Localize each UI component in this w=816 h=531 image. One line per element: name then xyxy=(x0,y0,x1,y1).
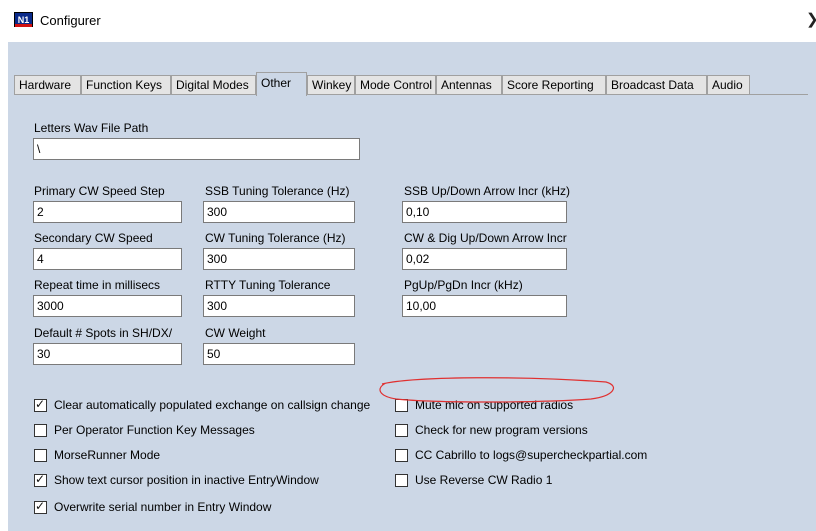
pgup-pgdn-incr-label: PgUp/PgDn Incr (kHz) xyxy=(404,278,523,292)
primary-cw-speed-step-input[interactable] xyxy=(33,201,182,223)
tab-hardware[interactable]: Hardware xyxy=(14,75,81,95)
ssb-arrow-incr-input[interactable] xyxy=(402,201,567,223)
cw-weight-label: CW Weight xyxy=(205,326,266,340)
tab-audio[interactable]: Audio xyxy=(707,75,750,95)
show-cursor-label: Show text cursor position in inactive En… xyxy=(54,473,319,487)
tab-broadcast-data[interactable]: Broadcast Data xyxy=(606,75,707,95)
letters-wav-input[interactable] xyxy=(33,138,360,160)
default-spots-input[interactable] xyxy=(33,343,182,365)
rtty-tuning-tolerance-label: RTTY Tuning Tolerance xyxy=(205,278,331,292)
app-logo-icon: N1 xyxy=(14,12,33,27)
overwrite-serial-label: Overwrite serial number in Entry Window xyxy=(54,500,272,514)
cw-dig-arrow-incr-label: CW & Dig Up/Down Arrow Incr xyxy=(404,231,567,245)
configurer-panel: Hardware Function Keys Digital Modes Oth… xyxy=(8,42,816,531)
tab-mode-control[interactable]: Mode Control xyxy=(355,75,436,95)
tab-other[interactable]: Other xyxy=(256,72,307,96)
check-versions-checkbox[interactable] xyxy=(395,424,408,437)
reverse-cw-label: Use Reverse CW Radio 1 xyxy=(415,473,553,487)
rtty-tuning-tolerance-input[interactable] xyxy=(203,295,355,317)
close-icon[interactable]: ❯ xyxy=(806,10,816,28)
tab-digital-modes[interactable]: Digital Modes xyxy=(171,75,256,95)
cw-tuning-tolerance-input[interactable] xyxy=(203,248,355,270)
tab-score-reporting[interactable]: Score Reporting xyxy=(502,75,606,95)
clear-exchange-checkbox[interactable] xyxy=(34,397,47,412)
ssb-tuning-tolerance-label: SSB Tuning Tolerance (Hz) xyxy=(205,184,350,198)
morserunner-label: MorseRunner Mode xyxy=(54,448,161,462)
show-cursor-checkbox[interactable] xyxy=(34,472,47,487)
letters-wav-label: Letters Wav File Path xyxy=(34,121,149,135)
per-operator-keys-checkbox[interactable] xyxy=(34,424,47,437)
cw-weight-input[interactable] xyxy=(203,343,355,365)
per-operator-keys-label: Per Operator Function Key Messages xyxy=(54,423,255,437)
check-versions-label: Check for new program versions xyxy=(415,423,588,437)
cc-cabrillo-checkbox[interactable] xyxy=(395,449,408,462)
repeat-time-label: Repeat time in millisecs xyxy=(34,278,161,292)
secondary-cw-speed-input[interactable] xyxy=(33,248,182,270)
window-title: Configurer xyxy=(40,13,101,28)
cc-cabrillo-label: CC Cabrillo to logs@supercheckpartial.co… xyxy=(415,448,648,462)
reverse-cw-checkbox[interactable] xyxy=(395,474,408,487)
tab-antennas[interactable]: Antennas xyxy=(436,75,502,95)
cw-dig-arrow-incr-input[interactable] xyxy=(402,248,567,270)
cw-tuning-tolerance-label: CW Tuning Tolerance (Hz) xyxy=(205,231,346,245)
primary-cw-speed-step-label: Primary CW Speed Step xyxy=(34,184,165,198)
default-spots-label: Default # Spots in SH/DX/ xyxy=(34,326,173,340)
mute-mic-label: Mute mic on supported radios xyxy=(415,398,574,412)
ssb-arrow-incr-label: SSB Up/Down Arrow Incr (kHz) xyxy=(404,184,571,198)
tab-winkey[interactable]: Winkey xyxy=(307,75,355,95)
pgup-pgdn-incr-input[interactable] xyxy=(402,295,567,317)
morserunner-checkbox[interactable] xyxy=(34,449,47,462)
tab-divider xyxy=(14,94,808,95)
secondary-cw-speed-label: Secondary CW Speed xyxy=(34,231,153,245)
mute-mic-checkbox[interactable] xyxy=(395,399,408,412)
clear-exchange-label: Clear automatically populated exchange o… xyxy=(54,398,371,412)
repeat-time-input[interactable] xyxy=(33,295,182,317)
ssb-tuning-tolerance-input[interactable] xyxy=(203,201,355,223)
title-bar: N1 Configurer ❯ xyxy=(0,0,816,40)
tab-function-keys[interactable]: Function Keys xyxy=(81,75,171,95)
overwrite-serial-checkbox[interactable] xyxy=(34,499,47,514)
